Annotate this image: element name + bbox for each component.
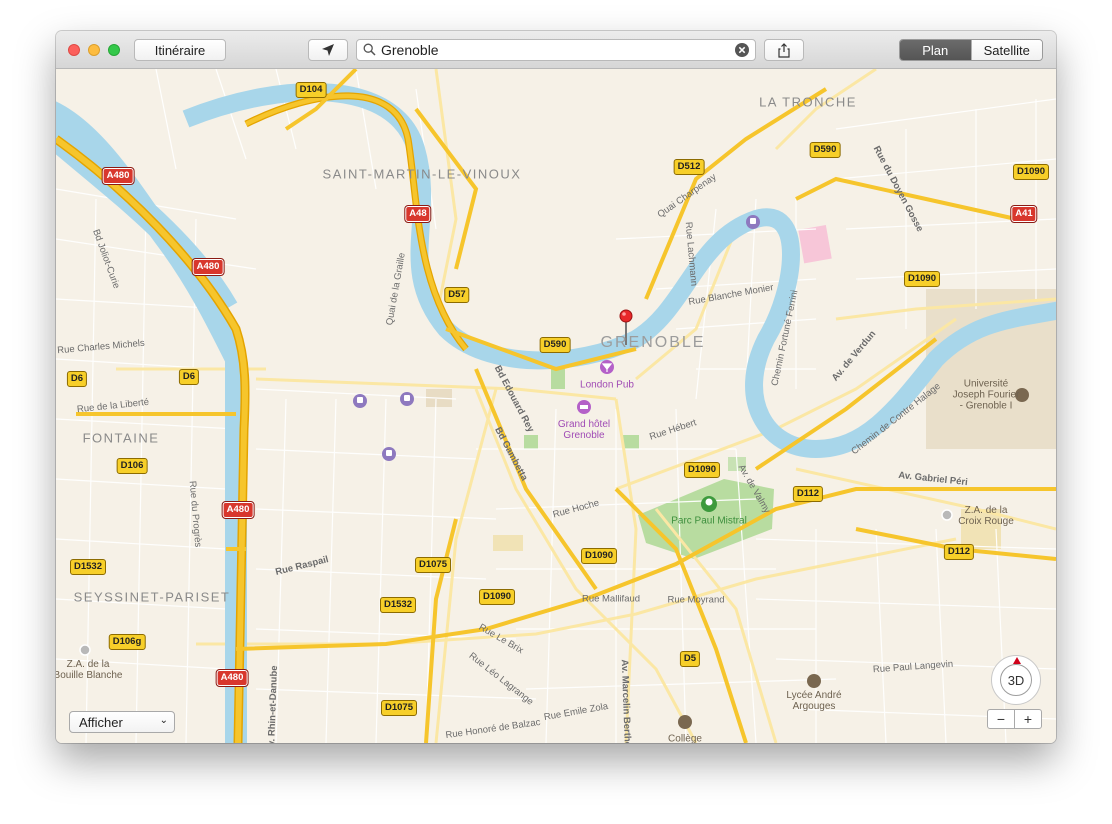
road-shield: A480: [191, 258, 225, 276]
poi-label-hotel[interactable]: Grand hôtel Grenoble: [558, 419, 610, 441]
zoom-out-button[interactable]: −: [988, 710, 1014, 728]
road-shield: D1532: [70, 559, 106, 575]
road-shield: A480: [101, 167, 135, 185]
road-shield: D1075: [381, 700, 417, 716]
road-shield: D1075: [415, 557, 451, 573]
maps-window: Itinéraire Grenoble Plan Satellite GRENO…: [56, 31, 1056, 743]
green-square-2: [623, 435, 639, 449]
share-icon: [778, 42, 790, 58]
city-label-seyssinet: SEYSSINET-PARISET: [73, 589, 231, 605]
city-label-la-tronche: LA TRONCHE: [759, 94, 857, 110]
directions-button[interactable]: Itinéraire: [134, 39, 226, 61]
search-input-value[interactable]: Grenoble: [381, 42, 439, 59]
road-shield: D1090: [904, 271, 940, 287]
road-shield: A480: [221, 501, 255, 519]
pink-area: [798, 225, 832, 264]
zoom-control: − +: [987, 709, 1042, 729]
display-menu[interactable]: Afficher ⌄: [69, 711, 175, 733]
city-label-fontaine: FONTAINE: [82, 430, 160, 446]
plan-tab[interactable]: Plan: [900, 40, 971, 60]
compass-control[interactable]: 3D: [991, 655, 1041, 705]
lycee-icon: [807, 674, 821, 688]
chevron-down-icon: ⌄: [159, 715, 168, 726]
street-label: Rue Moyrand: [667, 594, 725, 606]
road-shield: D57: [444, 287, 470, 303]
share-button[interactable]: [764, 39, 804, 61]
north-indicator-icon: [1013, 657, 1021, 664]
search-icon: [363, 43, 376, 56]
road-shield: A48: [404, 205, 432, 223]
close-button[interactable]: [68, 44, 80, 56]
minimize-button[interactable]: [88, 44, 100, 56]
poi-label-za-croix[interactable]: Z.A. de la Croix Rouge: [958, 505, 1014, 527]
road-shield: D106g: [108, 634, 146, 650]
green-square-1: [551, 369, 565, 389]
city-label-saint-martin: SAINT-MARTIN-LE-VINOUX: [322, 166, 522, 182]
sand-area: [493, 535, 523, 551]
map-canvas[interactable]: GRENOBLE SAINT-MARTIN-LE-VINOUX LA TRONC…: [56, 69, 1056, 743]
road-shield: D1090: [1013, 164, 1049, 180]
road-shield: A480: [215, 669, 249, 687]
satellite-tab[interactable]: Satellite: [970, 40, 1042, 60]
za-croix-icon: [941, 509, 953, 521]
road-shield: D1532: [380, 597, 416, 613]
college-icon: [678, 715, 692, 729]
road-shield: D512: [673, 159, 705, 175]
poi-label-universite[interactable]: Université Joseph Fourier - Grenoble I: [953, 379, 1020, 412]
search-field[interactable]: Grenoble: [356, 39, 756, 61]
road-shield: D112: [792, 486, 824, 502]
road-shield: D106: [116, 458, 148, 474]
map-mode-segmented-control: Plan Satellite: [899, 39, 1043, 61]
3d-toggle[interactable]: 3D: [1000, 664, 1032, 696]
za-bouille-icon: [79, 644, 91, 656]
location-arrow-icon: [322, 44, 334, 56]
road-shield: D1090: [479, 589, 515, 605]
road-shield: D1090: [684, 462, 720, 478]
road-shield: D590: [539, 337, 571, 353]
poi-label-za-bouille[interactable]: Z.A. de la Bouille Blanche: [56, 659, 122, 681]
clear-search-icon[interactable]: [735, 43, 749, 57]
current-location-button[interactable]: [308, 39, 348, 61]
poi-label-london-pub[interactable]: London Pub: [580, 380, 634, 391]
green-square-3: [524, 435, 538, 449]
zoom-window-button[interactable]: [108, 44, 120, 56]
poi-label-college[interactable]: Collège: [668, 734, 702, 744]
road-shield: D6: [178, 369, 200, 385]
road-shield: D6: [66, 371, 88, 387]
road-shield: D1090: [581, 548, 617, 564]
city-label-grenoble: GRENOBLE: [600, 334, 706, 351]
road-shield: D104: [295, 82, 327, 98]
road-shield: D112: [943, 544, 975, 560]
road-shield: D590: [809, 142, 841, 158]
street-label: Rue Mallifaud: [581, 593, 641, 605]
road-shield: A41: [1010, 205, 1038, 223]
road-shield: D5: [679, 651, 701, 667]
zoom-in-button[interactable]: +: [1014, 710, 1041, 728]
poi-label-lycee[interactable]: Lycée André Argouges: [786, 690, 841, 712]
toolbar: Itinéraire Grenoble Plan Satellite: [56, 31, 1056, 69]
display-menu-label: Afficher: [79, 715, 123, 730]
poi-label-parc[interactable]: Parc Paul Mistral: [671, 516, 747, 527]
